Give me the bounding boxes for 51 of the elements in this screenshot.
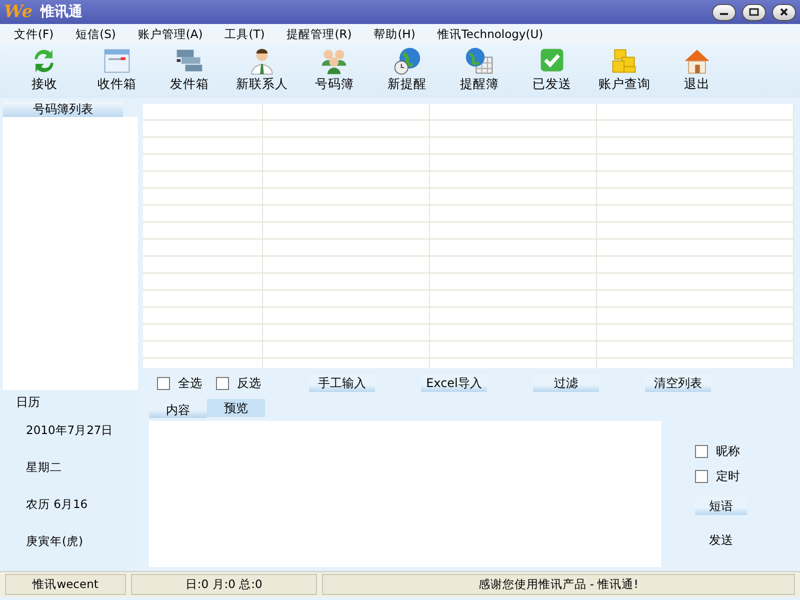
toolbar-button[interactable]: 提醒簿 xyxy=(443,44,516,98)
menu-item[interactable]: 短信(S) xyxy=(76,26,116,42)
toolbar-button[interactable]: 已发送 xyxy=(516,44,588,98)
status-cell: 惟讯wecent xyxy=(5,574,126,595)
maximize-button[interactable] xyxy=(742,4,766,20)
app-logo: We xyxy=(4,2,33,22)
status-cell: 日:0 月:0 总:0 xyxy=(131,574,317,595)
date-text: 2010年7月27日 xyxy=(26,423,114,437)
weekday-text: 星期二 xyxy=(26,460,62,474)
checkbox-label: 反选 xyxy=(237,374,261,392)
window-title: 惟讯通 xyxy=(40,3,83,21)
checkbox[interactable] xyxy=(695,470,708,483)
menu-item[interactable]: 惟讯Technology(U) xyxy=(437,26,544,42)
close-icon xyxy=(779,8,789,16)
minimize-button[interactable] xyxy=(712,4,736,20)
tab[interactable]: 内容 xyxy=(149,402,207,418)
send-button[interactable]: 发送 xyxy=(695,531,747,549)
calendar-title: 日历 xyxy=(16,394,41,411)
toolbar-button[interactable]: 号码簿 xyxy=(298,44,370,98)
toolbar-button[interactable]: 收件箱 xyxy=(80,44,153,98)
menu-item[interactable]: 帮助(H) xyxy=(374,26,416,42)
checkbox-label: 定时 xyxy=(716,468,740,485)
close-button[interactable] xyxy=(772,4,796,20)
year-text: 庚寅年(虎) xyxy=(26,534,83,548)
maximize-icon xyxy=(749,8,759,16)
checkbox[interactable] xyxy=(157,376,170,390)
tab[interactable]: 预览 xyxy=(207,399,265,417)
globe-clock-icon xyxy=(392,46,422,76)
menu-item[interactable]: 文件(F) xyxy=(14,26,54,42)
menu-item[interactable]: 账户管理(A) xyxy=(138,26,203,42)
list-button[interactable]: 清空列表 xyxy=(645,374,711,392)
menu-item[interactable]: 提醒管理(R) xyxy=(286,26,352,42)
toolbar-button[interactable]: 账户查询 xyxy=(588,44,660,98)
checkbox[interactable] xyxy=(695,445,708,458)
list-button[interactable]: Excel导入 xyxy=(421,374,487,392)
list-button[interactable]: 手工输入 xyxy=(309,374,375,392)
checkbox[interactable] xyxy=(216,376,229,390)
globe-grid-icon xyxy=(464,46,494,76)
phrase-button[interactable]: 短语 xyxy=(695,497,747,515)
toolbar-button[interactable]: 退出 xyxy=(660,44,733,98)
toolbar-button[interactable]: 发件箱 xyxy=(153,44,226,98)
status-cell: 感谢您使用惟讯产品 - 惟讯通! xyxy=(322,574,795,595)
checkbox-label: 全选 xyxy=(178,374,202,392)
toolbar-button[interactable]: 新联系人 xyxy=(226,44,298,98)
panel-header: 号码簿列表 xyxy=(3,102,123,117)
toolbar-button[interactable]: 接收 xyxy=(8,44,80,98)
toolbar-button[interactable]: 新提醒 xyxy=(370,44,443,98)
checkbox-label: 昵称 xyxy=(716,443,740,460)
lunar-date-text: 农历 6月16 xyxy=(26,497,88,511)
list-button[interactable]: 过滤 xyxy=(533,374,599,392)
menu-item[interactable]: 工具(T) xyxy=(224,26,265,42)
